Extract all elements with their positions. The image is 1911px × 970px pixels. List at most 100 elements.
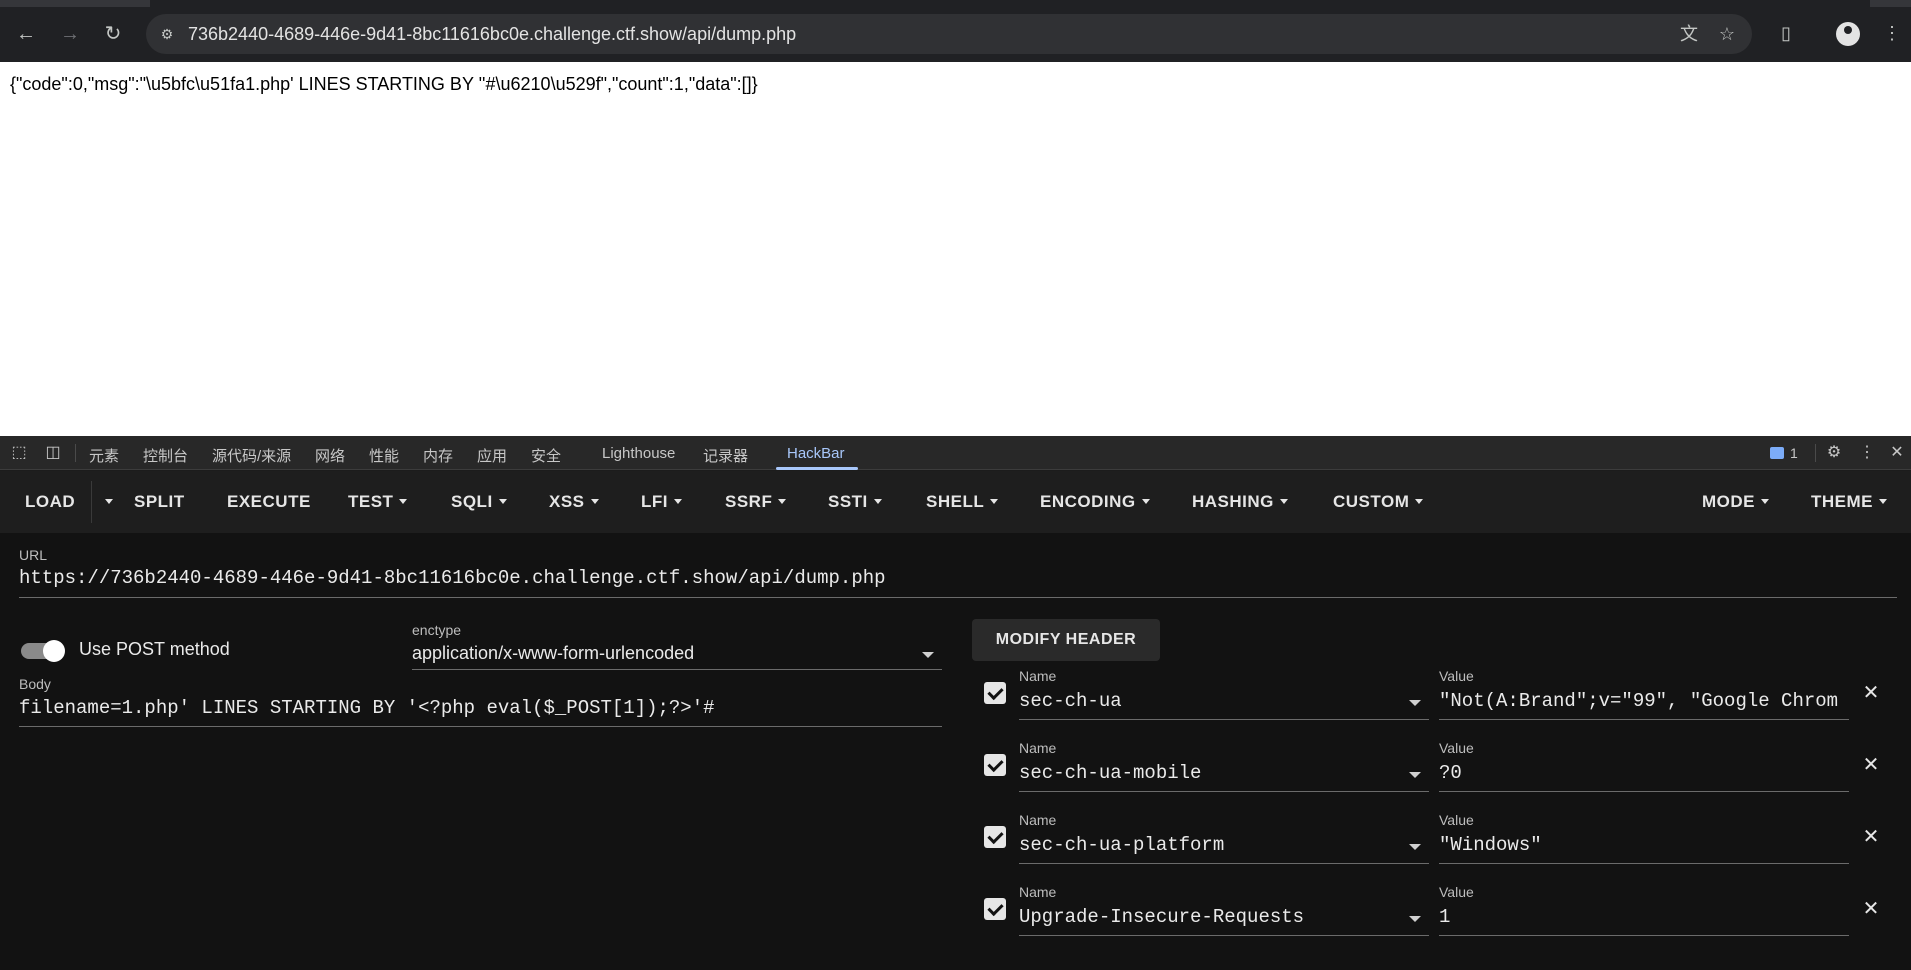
ssrf-menu-button[interactable]: SSRF — [725, 471, 787, 533]
xss-menu-button[interactable]: XSS — [549, 471, 599, 533]
value-underline — [1439, 719, 1849, 720]
header-name-input[interactable]: Upgrade-Insecure-Requests — [1019, 906, 1304, 928]
site-info-icon[interactable]: ⚙ — [156, 23, 178, 45]
enctype-select[interactable]: application/x-www-form-urlencoded — [412, 643, 694, 664]
tab-lighthouse[interactable]: Lighthouse — [602, 445, 675, 462]
header-name-input[interactable]: sec-ch-ua — [1019, 690, 1122, 712]
tab-application[interactable]: 应用 — [477, 445, 507, 466]
tab-elements[interactable]: 元素 — [89, 445, 119, 466]
header-name-input[interactable]: sec-ch-ua-platform — [1019, 834, 1224, 856]
more-options-icon[interactable]: ⋮ — [1856, 442, 1878, 464]
encoding-label: ENCODING — [1040, 492, 1136, 511]
star-icon[interactable]: ☆ — [1716, 23, 1738, 45]
active-tab[interactable] — [150, 0, 1870, 7]
mode-menu-button[interactable]: MODE — [1702, 471, 1769, 533]
tab-recorder[interactable]: 记录器 — [703, 445, 748, 466]
caret-down-icon[interactable] — [1409, 844, 1421, 850]
header-name-label: Name — [1019, 740, 1057, 756]
enctype-label: enctype — [412, 622, 462, 638]
hashing-menu-button[interactable]: HASHING — [1192, 471, 1288, 533]
caret-down-icon — [778, 499, 787, 504]
lfi-menu-button[interactable]: LFI — [641, 471, 682, 533]
tab-memory[interactable]: 内存 — [423, 445, 453, 466]
header-row: Name sec-ch-ua-platform Value "Windows" … — [980, 812, 1880, 871]
tab-security[interactable]: 安全 — [531, 445, 561, 466]
divider — [1815, 444, 1816, 462]
header-value-label: Value — [1439, 740, 1474, 756]
caret-down-icon — [105, 499, 113, 504]
caret-down-icon[interactable] — [1409, 916, 1421, 922]
header-value-label: Value — [1439, 668, 1474, 684]
header-enabled-checkbox[interactable] — [984, 826, 1006, 848]
load-button[interactable]: LOAD — [25, 471, 75, 533]
chrome-menu-icon[interactable]: ⋮ — [1878, 19, 1906, 47]
device-toolbar-icon[interactable]: ◫ — [42, 442, 64, 464]
tab-network[interactable]: 网络 — [315, 445, 345, 466]
execute-button[interactable]: EXECUTE — [227, 471, 311, 533]
caret-down-icon — [1141, 499, 1150, 504]
modify-header-button[interactable]: MODIFY HEADER — [972, 619, 1160, 661]
theme-menu-button[interactable]: THEME — [1811, 471, 1887, 533]
tab-hackbar[interactable]: HackBar — [787, 445, 845, 462]
header-row: Name sec-ch-ua Value "Not(A:Brand";v="99… — [980, 668, 1880, 727]
lfi-label: LFI — [641, 492, 668, 511]
close-icon[interactable]: ✕ — [1860, 754, 1882, 776]
caret-down-icon[interactable] — [1409, 772, 1421, 778]
enctype-underline — [412, 669, 942, 670]
caret-down-icon — [674, 499, 682, 504]
header-value-label: Value — [1439, 884, 1474, 900]
header-value-input[interactable]: "Windows" — [1439, 834, 1849, 856]
forward-arrow-icon[interactable]: → — [56, 20, 84, 48]
custom-menu-button[interactable]: CUSTOM — [1333, 471, 1424, 533]
tab-console[interactable]: 控制台 — [143, 445, 188, 466]
active-tab-indicator — [776, 467, 858, 470]
header-enabled-checkbox[interactable] — [984, 898, 1006, 920]
tab-performance[interactable]: 性能 — [369, 445, 399, 466]
reload-icon[interactable]: ↻ — [99, 20, 127, 48]
tab-sources[interactable]: 源代码/来源 — [212, 445, 291, 466]
load-dropdown-button[interactable] — [99, 471, 113, 533]
inspect-element-icon[interactable]: ⬚ — [8, 442, 30, 464]
caret-down-icon[interactable] — [922, 652, 934, 658]
shell-menu-button[interactable]: SHELL — [926, 471, 999, 533]
split-button[interactable]: SPLIT — [134, 471, 185, 533]
address-bar[interactable]: ⚙ 736b2440-4689-446e-9d41-8bc11616bc0e.c… — [146, 14, 1752, 54]
test-menu-button[interactable]: TEST — [348, 471, 408, 533]
header-row: Name Upgrade-Insecure-Requests Value 1 ✕ — [980, 884, 1880, 943]
header-enabled-checkbox[interactable] — [984, 754, 1006, 776]
caret-down-icon — [1879, 499, 1887, 504]
header-enabled-checkbox[interactable] — [984, 682, 1006, 704]
profile-icon[interactable] — [1836, 22, 1860, 46]
header-name-input[interactable]: sec-ch-ua-mobile — [1019, 762, 1201, 784]
json-response: {"code":0,"msg":"\u5bfc\u51fa1.php' LINE… — [10, 74, 758, 94]
header-name-label: Name — [1019, 812, 1057, 828]
close-icon[interactable]: ✕ — [1860, 898, 1882, 920]
extensions-icon[interactable]: ▯ — [1772, 19, 1800, 47]
encoding-menu-button[interactable]: ENCODING — [1040, 471, 1150, 533]
close-icon[interactable]: ✕ — [1860, 682, 1882, 704]
message-icon — [1770, 447, 1784, 459]
translate-icon[interactable]: 文 — [1678, 23, 1700, 45]
post-method-toggle[interactable] — [21, 640, 67, 662]
caret-down-icon[interactable] — [1409, 700, 1421, 706]
close-devtools-icon[interactable]: ✕ — [1886, 442, 1908, 464]
header-value-input[interactable]: ?0 — [1439, 762, 1849, 784]
caret-down-icon — [1415, 499, 1424, 504]
url-input[interactable]: https://736b2440-4689-446e-9d41-8bc11616… — [19, 567, 886, 589]
settings-gear-icon[interactable]: ⚙ — [1823, 442, 1845, 464]
back-arrow-icon[interactable]: ← — [12, 20, 40, 48]
body-input[interactable]: filename=1.php' LINES STARTING BY '<?php… — [19, 697, 715, 719]
header-value-input[interactable]: "Not(A:Brand";v="99", "Google Chrom — [1439, 690, 1849, 712]
ssti-label: SSTI — [828, 492, 868, 511]
issues-badge[interactable]: 1 — [1770, 445, 1798, 461]
divider — [91, 481, 92, 523]
sqli-label: SQLI — [451, 492, 493, 511]
close-icon[interactable]: ✕ — [1860, 826, 1882, 848]
sqli-menu-button[interactable]: SQLI — [451, 471, 507, 533]
ssrf-label: SSRF — [725, 492, 773, 511]
header-name-label: Name — [1019, 884, 1057, 900]
ssti-menu-button[interactable]: SSTI — [828, 471, 882, 533]
address-url[interactable]: 736b2440-4689-446e-9d41-8bc11616bc0e.cha… — [188, 24, 796, 44]
header-value-input[interactable]: 1 — [1439, 906, 1849, 928]
test-label: TEST — [348, 492, 394, 511]
